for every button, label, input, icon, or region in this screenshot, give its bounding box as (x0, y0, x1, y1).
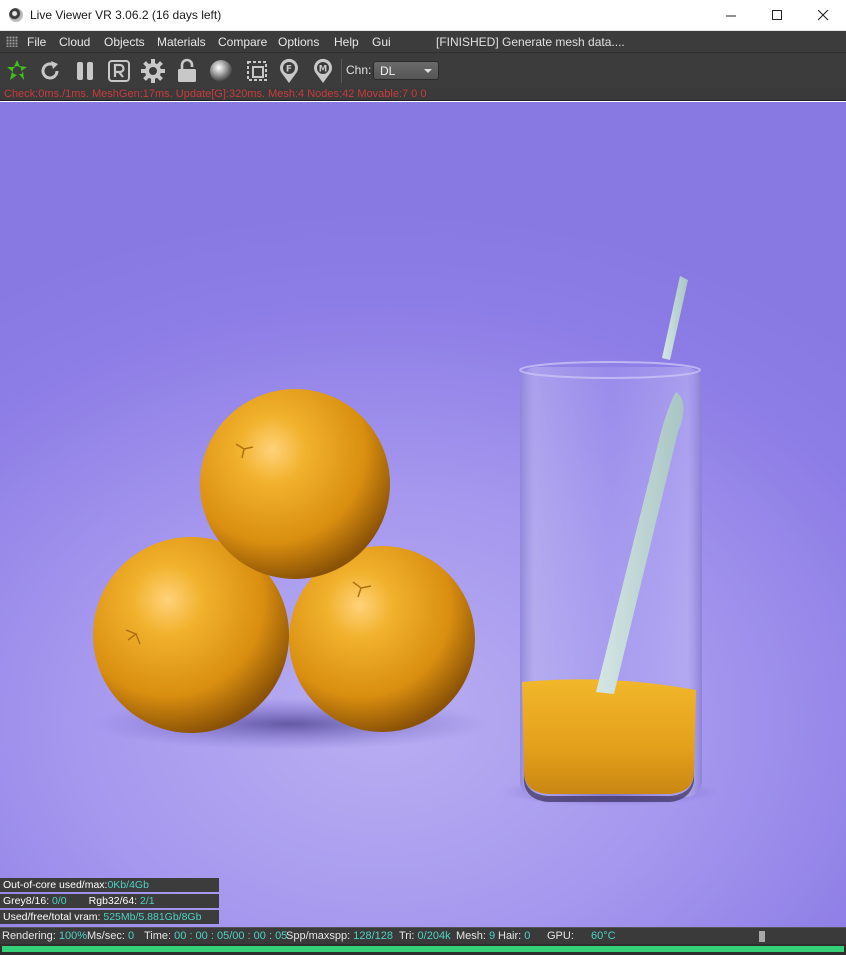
hair-value: 0 (524, 930, 531, 942)
focus-picker-button[interactable]: F (275, 57, 303, 85)
maximize-button[interactable] (754, 0, 800, 31)
hair-label: Hair: (498, 930, 522, 942)
settings-gear-icon (141, 59, 165, 83)
svg-text:F: F (286, 65, 292, 75)
out-of-core-label: Out-of-core used/max: (3, 879, 108, 891)
region-render-button[interactable] (105, 57, 133, 85)
restart-render-button[interactable] (36, 57, 64, 85)
svg-text:M: M (319, 65, 327, 75)
picker-button[interactable] (243, 57, 271, 85)
orange-top (200, 389, 390, 579)
ms-per-sec-status: Ms/sec: 0 (87, 930, 134, 942)
maximize-icon (771, 10, 782, 20)
refresh-icon (41, 61, 59, 80)
rgb-value: 2/1 (140, 895, 155, 907)
render-progress-bar (0, 944, 846, 955)
title-bar: Live Viewer VR 3.06.2 (16 days left) (0, 0, 846, 31)
spp-status: Spp/maxspp: 128/128 (286, 930, 393, 942)
lock-button[interactable] (173, 57, 201, 85)
minimize-icon (725, 15, 736, 17)
statusbar-scroll-handle[interactable] (759, 931, 765, 942)
material-pin-icon: M (314, 58, 332, 83)
time-label: Time: (144, 930, 172, 942)
time-value: 00 : 00 : 05/00 : 00 : 05 (174, 930, 288, 942)
menu-cloud[interactable]: Cloud (59, 35, 90, 49)
time-status: Time: 00 : 00 : 05/00 : 00 : 05 (144, 930, 287, 942)
minimize-button[interactable] (708, 0, 754, 31)
menu-grip-icon[interactable] (6, 36, 18, 47)
spp-label: Spp/maxspp: (286, 930, 351, 942)
gpu-value: 60°C (590, 930, 616, 942)
mesh-label: Mesh: (456, 930, 486, 942)
vram-box: Used/free/total vram: 525Mb/5.881Gb/8Gb (0, 910, 219, 924)
hair-status: Hair: 0 (498, 930, 530, 942)
grey-value: 0/0 (52, 895, 67, 907)
menu-help[interactable]: Help (334, 35, 359, 49)
gpu-label: GPU: (547, 930, 574, 942)
toolbar: F M Chn: DL (0, 52, 846, 88)
vram-label: Used/free/total vram: (3, 911, 101, 923)
menu-file[interactable]: File (27, 35, 46, 49)
channel-select-value: DL (380, 64, 396, 78)
picker-icon (247, 61, 267, 81)
rendering-status: Rendering: 100% (2, 930, 87, 942)
render-viewport[interactable]: Out-of-core used/max:0Kb/4Gb Grey8/16: 0… (0, 102, 846, 927)
status-bar: Rendering: 100% Ms/sec: 0 Time: 00 : 00 … (0, 927, 846, 944)
stats-line-text: Check:0ms./1ms. MeshGen:17ms. Update[G]:… (4, 88, 427, 100)
stats-line: Check:0ms./1ms. MeshGen:17ms. Update[G]:… (0, 88, 846, 101)
out-of-core-value: 0Kb/4Gb (107, 879, 149, 891)
menu-gui[interactable]: Gui (372, 35, 391, 49)
ms-label: Ms/sec: (87, 930, 125, 942)
menu-objects[interactable]: Objects (104, 35, 145, 49)
focus-pin-icon: F (280, 58, 298, 83)
menu-materials[interactable]: Materials (157, 35, 206, 49)
settings-button[interactable] (139, 57, 167, 85)
material-preview-button[interactable] (207, 57, 235, 85)
texture-count-box: Grey8/16: 0/0 Rgb32/64: 2/1 (0, 894, 219, 908)
tri-status: Tri: 0/204k (399, 930, 451, 942)
pause-render-button[interactable] (71, 57, 99, 85)
rendering-label: Rendering: (2, 930, 56, 942)
grey-label: Grey8/16: (3, 895, 50, 907)
close-icon (817, 10, 828, 21)
spp-value: 128/128 (353, 930, 394, 942)
vram-value: 525Mb/5.881Gb/8Gb (103, 911, 202, 923)
mesh-status: Mesh: 9 (456, 930, 495, 942)
material-picker-button[interactable]: M (309, 57, 337, 85)
app-icon (9, 8, 23, 22)
menu-compare[interactable]: Compare (218, 35, 267, 49)
render-status-text: [FINISHED] Generate mesh data.... (436, 35, 625, 49)
rendering-value: 100% (58, 930, 88, 942)
octane-logo-icon (7, 60, 27, 80)
tri-label: Tri: (399, 930, 415, 942)
render-image (90, 276, 720, 806)
mesh-value: 9 (489, 930, 496, 942)
region-render-icon (108, 60, 130, 82)
close-button[interactable] (800, 0, 846, 31)
window-title: Live Viewer VR 3.06.2 (16 days left) (30, 8, 222, 22)
pause-icon (77, 62, 93, 80)
channel-select[interactable]: DL (373, 61, 439, 80)
tri-value: 0/204k (417, 930, 451, 942)
out-of-core-box: Out-of-core used/max:0Kb/4Gb (0, 878, 219, 892)
menu-bar: File Cloud Objects Materials Compare Opt… (0, 31, 846, 52)
render-progress-fill (2, 946, 844, 952)
rgb-label: Rgb32/64: (88, 895, 138, 907)
octane-logo-button[interactable] (3, 57, 31, 85)
channel-label: Chn: (346, 63, 372, 77)
gpu-status: GPU: 60°C (547, 930, 616, 942)
lock-icon (178, 58, 196, 82)
material-sphere-icon (210, 60, 232, 82)
toolbar-separator (341, 59, 342, 83)
ms-value: 0 (127, 930, 135, 942)
chevron-down-icon (424, 69, 432, 73)
menu-options[interactable]: Options (278, 35, 319, 49)
